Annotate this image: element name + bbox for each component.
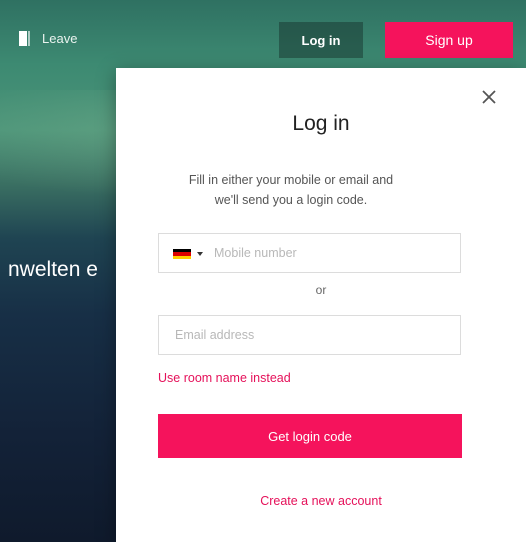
door-icon	[19, 31, 30, 46]
use-room-name-link[interactable]: Use room name instead	[158, 371, 291, 385]
chevron-down-icon[interactable]	[197, 252, 203, 256]
login-button[interactable]: Log in	[279, 22, 363, 58]
get-login-code-button[interactable]: Get login code	[158, 414, 462, 458]
phone-field	[158, 233, 461, 273]
login-modal: Log in Fill in either your mobile or ema…	[116, 68, 526, 542]
flag-germany-icon[interactable]	[173, 249, 191, 259]
signup-button[interactable]: Sign up	[385, 22, 513, 58]
or-separator: or	[315, 283, 327, 297]
modal-title: Log in	[292, 112, 350, 135]
mobile-number-input[interactable]	[214, 234, 449, 272]
close-button[interactable]	[478, 86, 502, 110]
background-heading: nwelten e	[8, 258, 98, 281]
email-field	[158, 315, 461, 355]
close-icon	[482, 90, 496, 104]
create-account-link[interactable]: Create a new account	[116, 494, 526, 508]
leave-label: Leave	[42, 31, 78, 46]
email-input[interactable]	[175, 316, 450, 354]
leave-button[interactable]: Leave	[18, 30, 77, 47]
modal-description: Fill in either your mobile or email and …	[188, 173, 394, 207]
